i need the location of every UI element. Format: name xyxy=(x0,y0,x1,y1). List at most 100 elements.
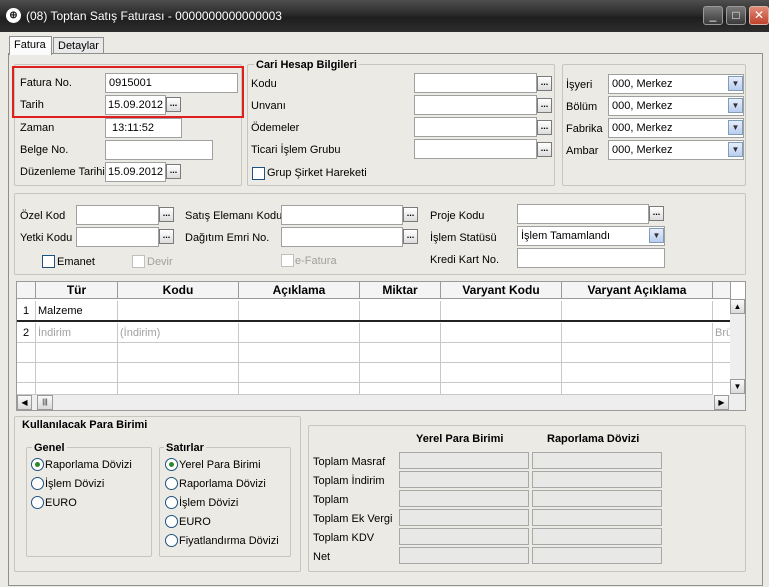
isyeri-select[interactable]: 000, Merkez xyxy=(608,74,744,94)
efatura-checkbox[interactable] xyxy=(281,254,294,267)
table-cell-varyant-aciklama[interactable] xyxy=(562,323,713,343)
yetki-kodu-lookup-button[interactable]: ... xyxy=(159,229,174,244)
column-header-miktar[interactable]: Miktar xyxy=(360,282,441,299)
scroll-up-icon[interactable]: ▲ xyxy=(730,299,745,314)
yetki-kodu-input[interactable] xyxy=(76,227,159,247)
ticari-islem-grubu-lookup-button[interactable]: ... xyxy=(537,142,552,157)
table-cell-tur[interactable] xyxy=(36,343,118,363)
column-header-aciklama[interactable]: Açıklama xyxy=(239,282,360,299)
ambar-select[interactable]: 000, Merkez xyxy=(608,140,744,160)
dagitim-emri-lookup-button[interactable]: ... xyxy=(403,229,418,244)
table-cell-miktar[interactable] xyxy=(360,363,441,383)
ambar-dropdown-icon[interactable]: ▼ xyxy=(728,142,743,157)
proje-kodu-lookup-button[interactable]: ... xyxy=(649,206,664,221)
ozel-kod-input[interactable] xyxy=(76,205,159,225)
islem-statusu-select[interactable]: İşlem Tamamlandı xyxy=(517,226,665,246)
bolum-label: Bölüm xyxy=(566,101,598,113)
row-number xyxy=(17,363,36,383)
table-cell-miktar[interactable] xyxy=(360,383,441,395)
satirlar-euro-radio[interactable] xyxy=(165,515,178,528)
fabrika-dropdown-icon[interactable]: ▼ xyxy=(728,120,743,135)
satis-elemani-input[interactable] xyxy=(281,205,403,225)
satirlar-raporlama-radio[interactable] xyxy=(165,477,178,490)
bolum-dropdown-icon[interactable]: ▼ xyxy=(728,98,743,113)
cari-unvani-input[interactable] xyxy=(414,95,537,115)
genel-euro-radio[interactable] xyxy=(31,496,44,509)
table-cell-kodu[interactable] xyxy=(118,383,239,395)
satirlar-islem-radio[interactable] xyxy=(165,496,178,509)
table-cell-varyant-aciklama[interactable] xyxy=(562,301,713,321)
table-cell-varyant-kodu[interactable] xyxy=(441,343,562,363)
column-header-kodu[interactable]: Kodu xyxy=(118,282,239,299)
kredi-kart-input[interactable] xyxy=(517,248,665,268)
duzenleme-tarihi-input[interactable]: 15.09.2012 xyxy=(105,162,166,182)
satirlar-yerel-radio[interactable] xyxy=(165,458,178,471)
horizontal-scrollbar[interactable] xyxy=(17,395,745,410)
bolum-select[interactable]: 000, Merkez xyxy=(608,96,744,116)
table-cell-varyant-kodu[interactable] xyxy=(441,301,562,321)
table-cell-tur[interactable]: İndirim xyxy=(36,323,118,343)
column-header-varyant-kodu[interactable]: Varyant Kodu xyxy=(441,282,562,299)
table-cell-aciklama[interactable] xyxy=(239,323,360,343)
table-cell-aciklama[interactable] xyxy=(239,343,360,363)
fatura-no-input[interactable]: 0915001 xyxy=(105,73,238,93)
duzenleme-date-picker-button[interactable]: ... xyxy=(166,164,181,179)
devir-checkbox[interactable] xyxy=(132,255,145,268)
dagitim-emri-input[interactable] xyxy=(281,227,403,247)
table-cell-aciklama[interactable] xyxy=(239,363,360,383)
minimize-button[interactable]: _ xyxy=(703,6,723,25)
fabrika-select[interactable]: 000, Merkez xyxy=(608,118,744,138)
table-cell-varyant-kodu[interactable] xyxy=(441,383,562,395)
emanet-checkbox[interactable] xyxy=(42,255,55,268)
table-cell-tur[interactable] xyxy=(36,363,118,383)
tarih-input[interactable]: 15.09.2012 xyxy=(105,95,166,115)
table-cell-miktar[interactable] xyxy=(360,301,441,321)
satirlar-fiyatlandirma-radio[interactable] xyxy=(165,534,178,547)
scroll-left-icon[interactable]: ◀ xyxy=(17,395,32,410)
grup-sirket-checkbox[interactable] xyxy=(252,167,265,180)
table-cell-varyant-aciklama[interactable] xyxy=(562,383,713,395)
title-bar[interactable]: ⊕ (08) Toptan Satış Faturası - 000000000… xyxy=(0,0,769,32)
cari-unvani-lookup-button[interactable]: ... xyxy=(537,98,552,113)
satis-elemani-lookup-button[interactable]: ... xyxy=(403,207,418,222)
tab-detaylar[interactable]: Detaylar xyxy=(53,37,104,54)
table-cell-tur[interactable]: Malzeme xyxy=(36,301,118,321)
maximize-button[interactable]: □ xyxy=(726,6,746,25)
cari-kodu-lookup-button[interactable]: ... xyxy=(537,76,552,91)
zaman-input[interactable]: 13:11:52 xyxy=(105,118,182,138)
table-cell-miktar[interactable] xyxy=(360,323,441,343)
table-cell-varyant-kodu[interactable] xyxy=(441,323,562,343)
table-cell-kodu[interactable] xyxy=(118,343,239,363)
genel-raporlama-radio[interactable] xyxy=(31,458,44,471)
close-button[interactable]: ✕ xyxy=(749,6,769,25)
column-header-tur[interactable]: Tür xyxy=(36,282,118,299)
odemeler-lookup-button[interactable]: ... xyxy=(537,120,552,135)
table-cell-kodu[interactable]: (İndirim) xyxy=(118,323,239,343)
odemeler-input[interactable] xyxy=(414,117,537,137)
table-cell-tur[interactable] xyxy=(36,383,118,395)
table-cell-aciklama[interactable] xyxy=(239,301,360,321)
horizontal-scroll-thumb[interactable]: ||| xyxy=(37,395,53,410)
genel-islem-radio[interactable] xyxy=(31,477,44,490)
column-header-varyant-aciklama[interactable]: Varyant Açıklama xyxy=(562,282,713,299)
genel-title: Genel xyxy=(32,442,67,454)
invoice-lines-grid[interactable]: Tür Kodu Açıklama Miktar Varyant Kodu Va… xyxy=(16,281,746,411)
isyeri-dropdown-icon[interactable]: ▼ xyxy=(728,76,743,91)
islem-statusu-dropdown-icon[interactable]: ▼ xyxy=(649,228,664,243)
proje-kodu-input[interactable] xyxy=(517,204,649,224)
tarih-date-picker-button[interactable]: ... xyxy=(166,97,181,112)
table-cell-varyant-aciklama[interactable] xyxy=(562,363,713,383)
table-cell-varyant-aciklama[interactable] xyxy=(562,343,713,363)
scroll-down-icon[interactable]: ▼ xyxy=(730,379,745,394)
tab-fatura[interactable]: Fatura xyxy=(9,36,52,55)
table-cell-aciklama[interactable] xyxy=(239,383,360,395)
belge-no-input[interactable] xyxy=(105,140,213,160)
table-cell-miktar[interactable] xyxy=(360,343,441,363)
cari-kodu-input[interactable] xyxy=(414,73,537,93)
table-cell-varyant-kodu[interactable] xyxy=(441,363,562,383)
ticari-islem-grubu-input[interactable] xyxy=(414,139,537,159)
ozel-kod-lookup-button[interactable]: ... xyxy=(159,207,174,222)
scroll-right-icon[interactable]: ▶ xyxy=(714,395,729,410)
table-cell-kodu[interactable] xyxy=(118,363,239,383)
table-cell-kodu[interactable] xyxy=(118,301,239,321)
